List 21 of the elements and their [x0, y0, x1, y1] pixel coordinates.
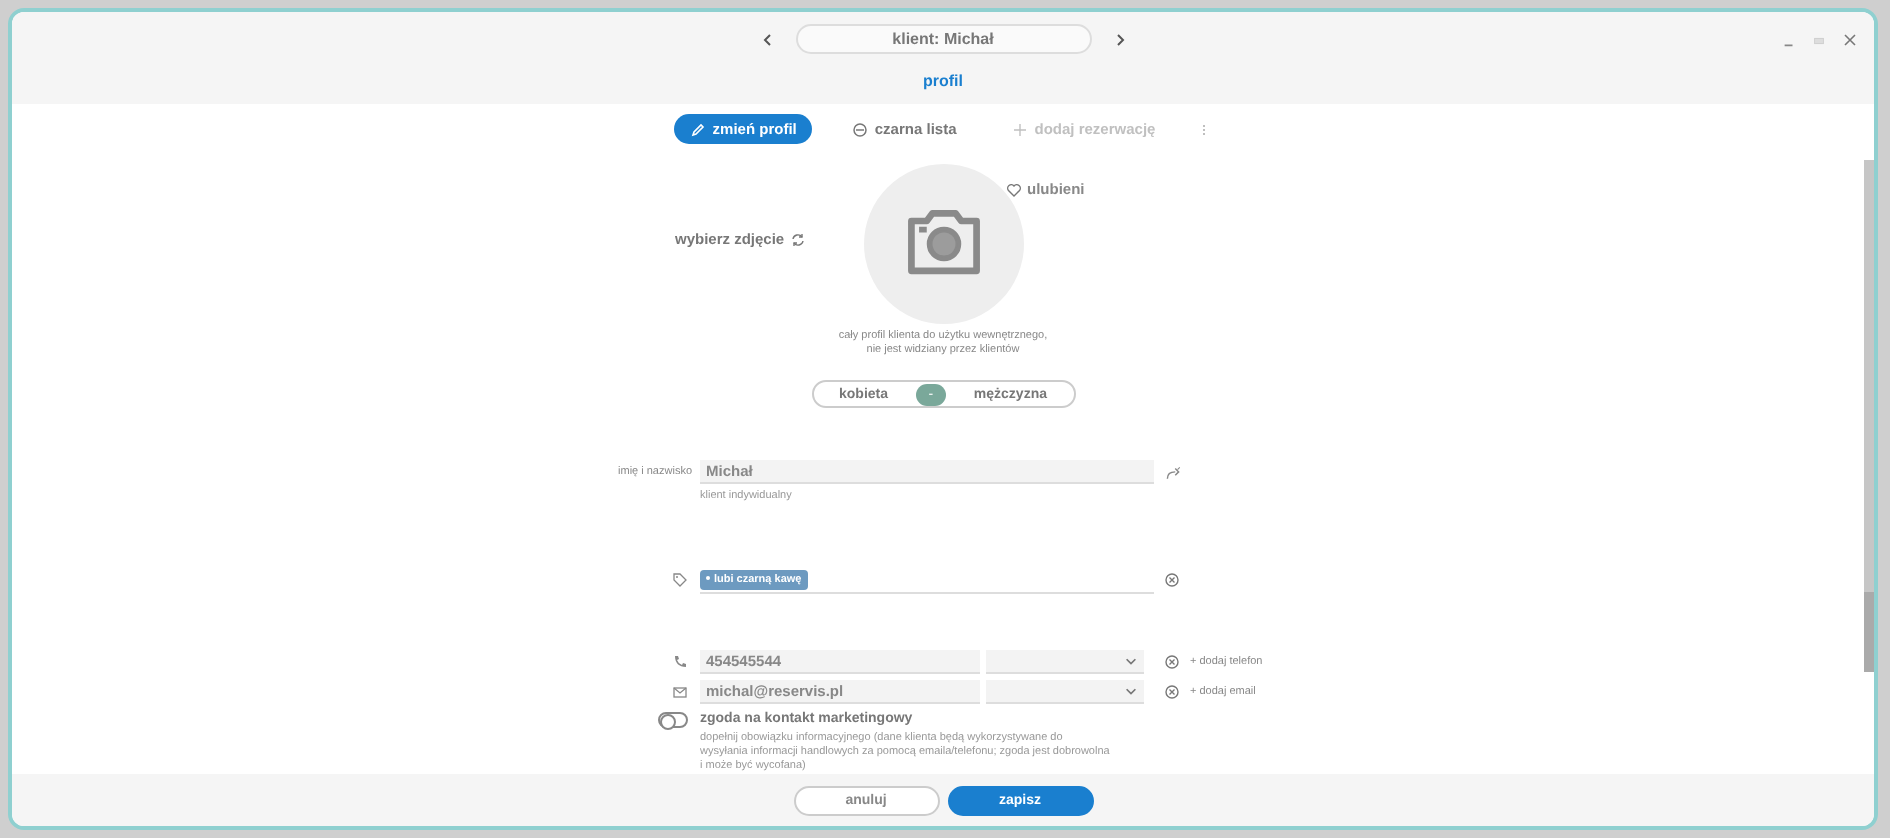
heart-icon: [1005, 181, 1021, 197]
pencil-icon: [690, 121, 707, 137]
blocked-icon: [852, 121, 869, 137]
toggle-switch[interactable]: [658, 712, 688, 729]
clear-icon: [1164, 572, 1180, 589]
scrollbar-thumb[interactable]: [1864, 592, 1874, 672]
chevron-left-icon: [759, 31, 775, 47]
window-title: klient: Michał: [795, 24, 1091, 54]
envelope-icon: [672, 684, 688, 701]
refresh-icon: [790, 231, 807, 247]
chevron-right-icon: [1111, 31, 1127, 47]
scrollbar[interactable]: [1864, 160, 1874, 592]
next-button[interactable]: [1111, 31, 1127, 47]
previous-button[interactable]: [759, 31, 775, 47]
tag-icon: [672, 572, 688, 589]
clear-icon: [1164, 684, 1180, 701]
clear-icon: [1164, 654, 1180, 671]
phone-icon: [672, 654, 688, 671]
close-icon: [1842, 32, 1858, 48]
tab[interactable]: profil: [923, 72, 963, 90]
plus-icon: [1012, 121, 1029, 137]
